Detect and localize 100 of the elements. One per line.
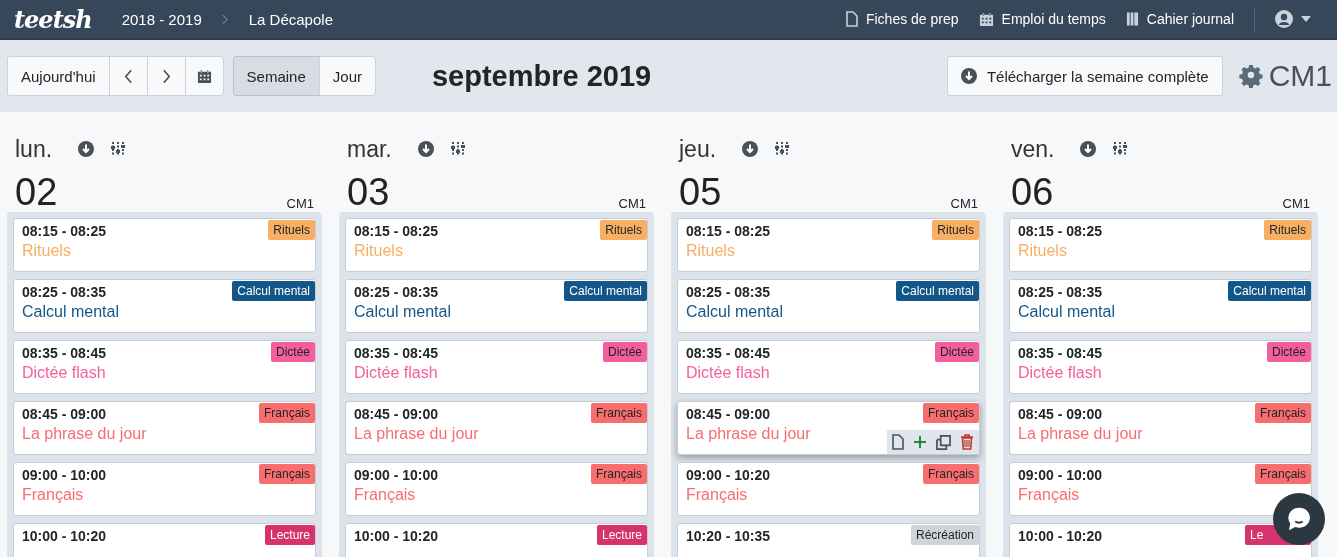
subject-tag: Calcul mental: [232, 281, 315, 301]
lesson-time: 09:00 - 10:00: [22, 467, 107, 483]
subject-tag: Français: [591, 464, 647, 484]
lesson-title: Français: [686, 486, 748, 504]
subject-tag: Lecture: [264, 525, 315, 545]
nav-link[interactable]: Cahier journal: [1125, 11, 1234, 27]
lesson-card[interactable]: 08:35 - 08:45 Dictée Dictée flash: [345, 340, 648, 394]
nav-link[interactable]: Emploi du temps: [978, 11, 1106, 27]
lesson-card[interactable]: 08:45 - 09:00 Français La phrase du jour: [1009, 401, 1312, 455]
download-icon[interactable]: [78, 141, 95, 157]
sliders-icon[interactable]: [1112, 141, 1129, 157]
subject-tag: Calcul mental: [564, 281, 647, 301]
download-icon[interactable]: [742, 141, 759, 157]
books-icon: [1125, 11, 1139, 27]
lesson-time: 08:15 - 08:25: [686, 223, 771, 239]
download-icon[interactable]: [1080, 141, 1097, 157]
lesson-time: 08:25 - 08:35: [354, 284, 439, 300]
view-tab[interactable]: Semaine: [232, 56, 320, 96]
sliders-icon[interactable]: [110, 141, 127, 157]
sliders-icon[interactable]: [449, 141, 466, 157]
lesson-title: Dictée flash: [354, 364, 438, 382]
lesson-card[interactable]: 08:15 - 08:25 Rituels Rituels: [13, 218, 316, 272]
view-tab[interactable]: Jour: [318, 56, 376, 96]
date-picker-button[interactable]: [184, 56, 224, 96]
lesson-card[interactable]: 08:45 - 09:00 Français La phrase du jour: [345, 401, 648, 455]
lesson-time: 10:00 - 10:20: [22, 528, 107, 544]
lesson-card[interactable]: 08:45 - 09:00 Français La phrase du jour: [13, 401, 316, 455]
download-icon: [960, 68, 977, 84]
lesson-time: 10:20 - 10:35: [686, 528, 771, 544]
chevron-right-icon: [161, 68, 171, 84]
lesson-card[interactable]: 08:25 - 08:35 Calcul mental Calcul mental: [13, 279, 316, 333]
lesson-card[interactable]: 08:15 - 08:25 Rituels Rituels: [677, 218, 980, 272]
class-label: CM1: [618, 196, 646, 211]
nav-link[interactable]: Fiches de prep: [845, 11, 959, 27]
breadcrumb-link[interactable]: 2018 - 2019: [121, 10, 202, 28]
breadcrumb-link[interactable]: La Décapole: [248, 10, 333, 28]
lesson-time: 08:15 - 08:25: [354, 223, 439, 239]
subject-tag: Français: [1255, 403, 1311, 423]
lesson-card[interactable]: 09:00 - 10:20 Français Français: [677, 462, 980, 516]
subject-tag: Français: [923, 464, 979, 484]
lesson-card[interactable]: 08:15 - 08:25 Rituels Rituels: [345, 218, 648, 272]
lesson-time: 08:45 - 09:00: [22, 406, 107, 422]
trash-icon[interactable]: [960, 434, 974, 450]
document-icon[interactable]: [892, 434, 904, 450]
month-title: septembre 2019: [432, 59, 652, 93]
logo[interactable]: teetsh: [14, 4, 92, 34]
class-label: CM1: [950, 196, 978, 211]
lesson-time: 09:00 - 10:20: [686, 467, 771, 483]
lesson-card[interactable]: 08:15 - 08:25 Rituels Rituels: [1009, 218, 1312, 272]
lesson-title: Français: [22, 486, 84, 504]
lesson-title: La phrase du jour: [354, 425, 479, 443]
subject-tag: Français: [259, 403, 315, 423]
class-label: CM1: [286, 196, 314, 211]
subject-tag: Récréation: [910, 525, 979, 545]
subject-tag: Rituels: [600, 220, 647, 240]
lesson-time: 09:00 - 10:00: [354, 467, 439, 483]
lesson-card[interactable]: 09:00 - 10:00 Français Français: [13, 462, 316, 516]
day-number: 05: [679, 172, 722, 212]
subject-tag: Français: [923, 403, 979, 423]
class-name: CM1: [1268, 59, 1332, 93]
lesson-title: La phrase du jour: [22, 425, 147, 443]
caret-icon: [1301, 16, 1311, 22]
copy-icon[interactable]: [936, 434, 951, 450]
lesson-time: 10:00 - 10:20: [354, 528, 439, 544]
user-menu[interactable]: [1275, 10, 1311, 28]
download-button[interactable]: Télécharger la semaine complète: [946, 56, 1223, 96]
lesson-card[interactable]: 09:00 - 10:00 Français Français: [345, 462, 648, 516]
lesson-time: 10:00 - 10:20: [1018, 528, 1103, 544]
lesson-title: Français: [354, 486, 416, 504]
day-number: 03: [347, 172, 390, 212]
subject-tag: Calcul mental: [1228, 281, 1311, 301]
lesson-card[interactable]: 08:25 - 08:35 Calcul mental Calcul mental: [1009, 279, 1312, 333]
settings-icon[interactable]: [1238, 64, 1263, 88]
subject-tag: Dictée: [271, 342, 315, 362]
lesson-title: Rituels: [1018, 242, 1067, 260]
lesson-card[interactable]: 08:35 - 08:45 Dictée Dictée flash: [1009, 340, 1312, 394]
lesson-card[interactable]: 08:35 - 08:45 Dictée Dictée flash: [13, 340, 316, 394]
lesson-card[interactable]: 10:00 - 10:20 Lecture: [13, 523, 316, 557]
plus-icon[interactable]: [913, 435, 927, 449]
download-icon[interactable]: [417, 141, 434, 157]
lesson-title: Rituels: [354, 242, 403, 260]
lesson-card[interactable]: 08:35 - 08:45 Dictée Dictée flash: [677, 340, 980, 394]
lesson-time: 08:35 - 08:45: [354, 345, 439, 361]
lesson-card[interactable]: 10:20 - 10:35 Récréation: [677, 523, 980, 557]
today-button[interactable]: Aujourd'hui: [7, 56, 110, 96]
subject-tag: Dictée: [935, 342, 979, 362]
subject-tag: Calcul mental: [896, 281, 979, 301]
lesson-title: Dictée flash: [22, 364, 106, 382]
lesson-card[interactable]: 09:00 - 10:00 Français Français: [1009, 462, 1312, 516]
sliders-icon[interactable]: [774, 141, 791, 157]
lesson-card[interactable]: 08:25 - 08:35 Calcul mental Calcul mental: [345, 279, 648, 333]
day-number: 06: [1011, 172, 1054, 212]
lesson-card[interactable]: 08:25 - 08:35 Calcul mental Calcul mental: [677, 279, 980, 333]
lesson-title: Rituels: [686, 242, 735, 260]
lesson-card[interactable]: 10:00 - 10:20 Lecture: [345, 523, 648, 557]
lesson-card[interactable]: 08:45 - 09:00 Français La phrase du jour: [677, 401, 980, 455]
calendar-icon: [196, 68, 212, 84]
day-number: 02: [15, 172, 58, 212]
lesson-title: Calcul mental: [22, 303, 119, 321]
subject-tag: Français: [259, 464, 315, 484]
